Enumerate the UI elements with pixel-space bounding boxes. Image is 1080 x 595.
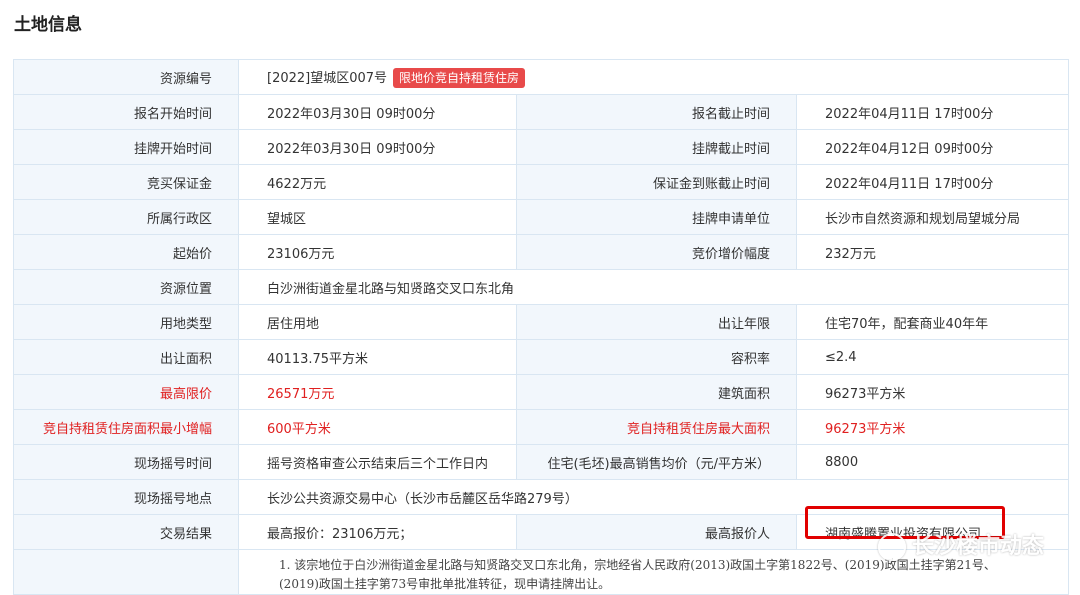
value-rental-max-area: 96273平方米 [796, 409, 1069, 445]
label-rental-max-area: 竞自持租赁住房最大面积 [516, 409, 797, 445]
type-badge: 限地价竞自持租赁住房 [393, 67, 526, 88]
notes-label-cell [13, 549, 239, 595]
value-lease-term: 住宅70年，配套商业40年年 [796, 304, 1069, 340]
value-start-price: 23106万元 [238, 234, 517, 270]
table-row: 挂牌开始时间 2022年03月30日 09时00分 挂牌截止时间 2022年04… [13, 129, 1069, 165]
table-row: 起始价 23106万元 竞价增价幅度 232万元 [13, 234, 1069, 270]
label-lottery-time: 现场摇号时间 [13, 444, 239, 480]
table-row: 现场摇号地点 长沙公共资源交易中心（长沙市岳麓区岳华路279号） [13, 479, 1069, 515]
label-result: 交易结果 [13, 514, 239, 550]
value-applicant: 长沙市自然资源和规划局望城分局 [796, 199, 1069, 235]
value-rental-min-increment: 600平方米 [238, 409, 517, 445]
watermark-text: 长沙楼市动态 [911, 534, 1044, 559]
table-row: 竞自持租赁住房面积最小增幅 600平方米 竞自持租赁住房最大面积 96273平方… [13, 409, 1069, 445]
label-bid-increment: 竞价增价幅度 [516, 234, 797, 270]
label-deposit-deadline: 保证金到账截止时间 [516, 164, 797, 200]
label-applicant: 挂牌申请单位 [516, 199, 797, 235]
table-row: 所属行政区 望城区 挂牌申请单位 长沙市自然资源和规划局望城分局 [13, 199, 1069, 235]
value-signup-start: 2022年03月30日 09时00分 [238, 94, 517, 130]
table-row: 报名开始时间 2022年03月30日 09时00分 报名截止时间 2022年04… [13, 94, 1069, 130]
value-max-sale-price: 8800 [796, 444, 1069, 480]
value-deposit-deadline: 2022年04月11日 17时00分 [796, 164, 1069, 200]
label-lease-term: 出让年限 [516, 304, 797, 340]
resource-id-text: [2022]望城区007号 [267, 70, 388, 86]
table-row: 竞买保证金 4622万元 保证金到账截止时间 2022年04月11日 17时00… [13, 164, 1069, 200]
wechat-icon [877, 533, 906, 561]
value-lottery-place: 长沙公共资源交易中心（长沙市岳麓区岳华路279号） [238, 479, 1069, 515]
label-signup-end: 报名截止时间 [516, 94, 797, 130]
label-lottery-place: 现场摇号地点 [13, 479, 239, 515]
label-location: 资源位置 [13, 269, 239, 305]
table-row: 出让面积 40113.75平方米 容积率 ≤2.4 [13, 339, 1069, 375]
label-start-price: 起始价 [13, 234, 239, 270]
label-area: 出让面积 [13, 339, 239, 375]
value-result: 最高报价：23106万元； [238, 514, 517, 550]
table-row: 最高限价 26571万元 建筑面积 96273平方米 [13, 374, 1069, 410]
value-listing-end: 2022年04月12日 09时00分 [796, 129, 1069, 165]
label-top-bidder: 最高报价人 [516, 514, 797, 550]
label-district: 所属行政区 [13, 199, 239, 235]
label-plot-ratio: 容积率 [516, 339, 797, 375]
label-signup-start: 报名开始时间 [13, 94, 239, 130]
table-row: 现场摇号时间 摇号资格审查公示结束后三个工作日内 住宅(毛坯)最高销售均价（元/… [13, 444, 1069, 480]
value-land-use: 居住用地 [238, 304, 517, 340]
label-land-use: 用地类型 [13, 304, 239, 340]
value-lottery-time: 摇号资格审查公示结束后三个工作日内 [238, 444, 517, 480]
value-max-price: 26571万元 [238, 374, 517, 410]
label-listing-end: 挂牌截止时间 [516, 129, 797, 165]
value-signup-end: 2022年04月11日 17时00分 [796, 94, 1069, 130]
label-deposit: 竞买保证金 [13, 164, 239, 200]
value-area: 40113.75平方米 [238, 339, 517, 375]
table-row: 资源位置 白沙洲街道金星北路与知贤路交叉口东北角 [13, 269, 1069, 305]
label-max-sale-price: 住宅(毛坯)最高销售均价（元/平方米） [516, 444, 797, 480]
table-row: 资源编号 [2022]望城区007号 限地价竞自持租赁住房 [13, 59, 1069, 95]
watermark: 长沙楼市动态 [877, 528, 1044, 561]
value-building-area: 96273平方米 [796, 374, 1069, 410]
label-resource-id: 资源编号 [13, 59, 239, 95]
label-rental-min-increment: 竞自持租赁住房面积最小增幅 [13, 409, 239, 445]
value-plot-ratio: ≤2.4 [796, 339, 1069, 375]
value-location: 白沙洲街道金星北路与知贤路交叉口东北角 [238, 269, 1069, 305]
value-listing-start: 2022年03月30日 09时00分 [238, 129, 517, 165]
land-info-table: 资源编号 [2022]望城区007号 限地价竞自持租赁住房 报名开始时间 2022… [13, 59, 1069, 595]
value-district: 望城区 [238, 199, 517, 235]
label-building-area: 建筑面积 [516, 374, 797, 410]
label-max-price: 最高限价 [13, 374, 239, 410]
page-title: 土地信息 [14, 15, 82, 35]
value-deposit: 4622万元 [238, 164, 517, 200]
label-listing-start: 挂牌开始时间 [13, 129, 239, 165]
value-bid-increment: 232万元 [796, 234, 1069, 270]
value-resource-id: [2022]望城区007号 限地价竞自持租赁住房 [238, 59, 1069, 95]
table-row: 用地类型 居住用地 出让年限 住宅70年，配套商业40年年 [13, 304, 1069, 340]
